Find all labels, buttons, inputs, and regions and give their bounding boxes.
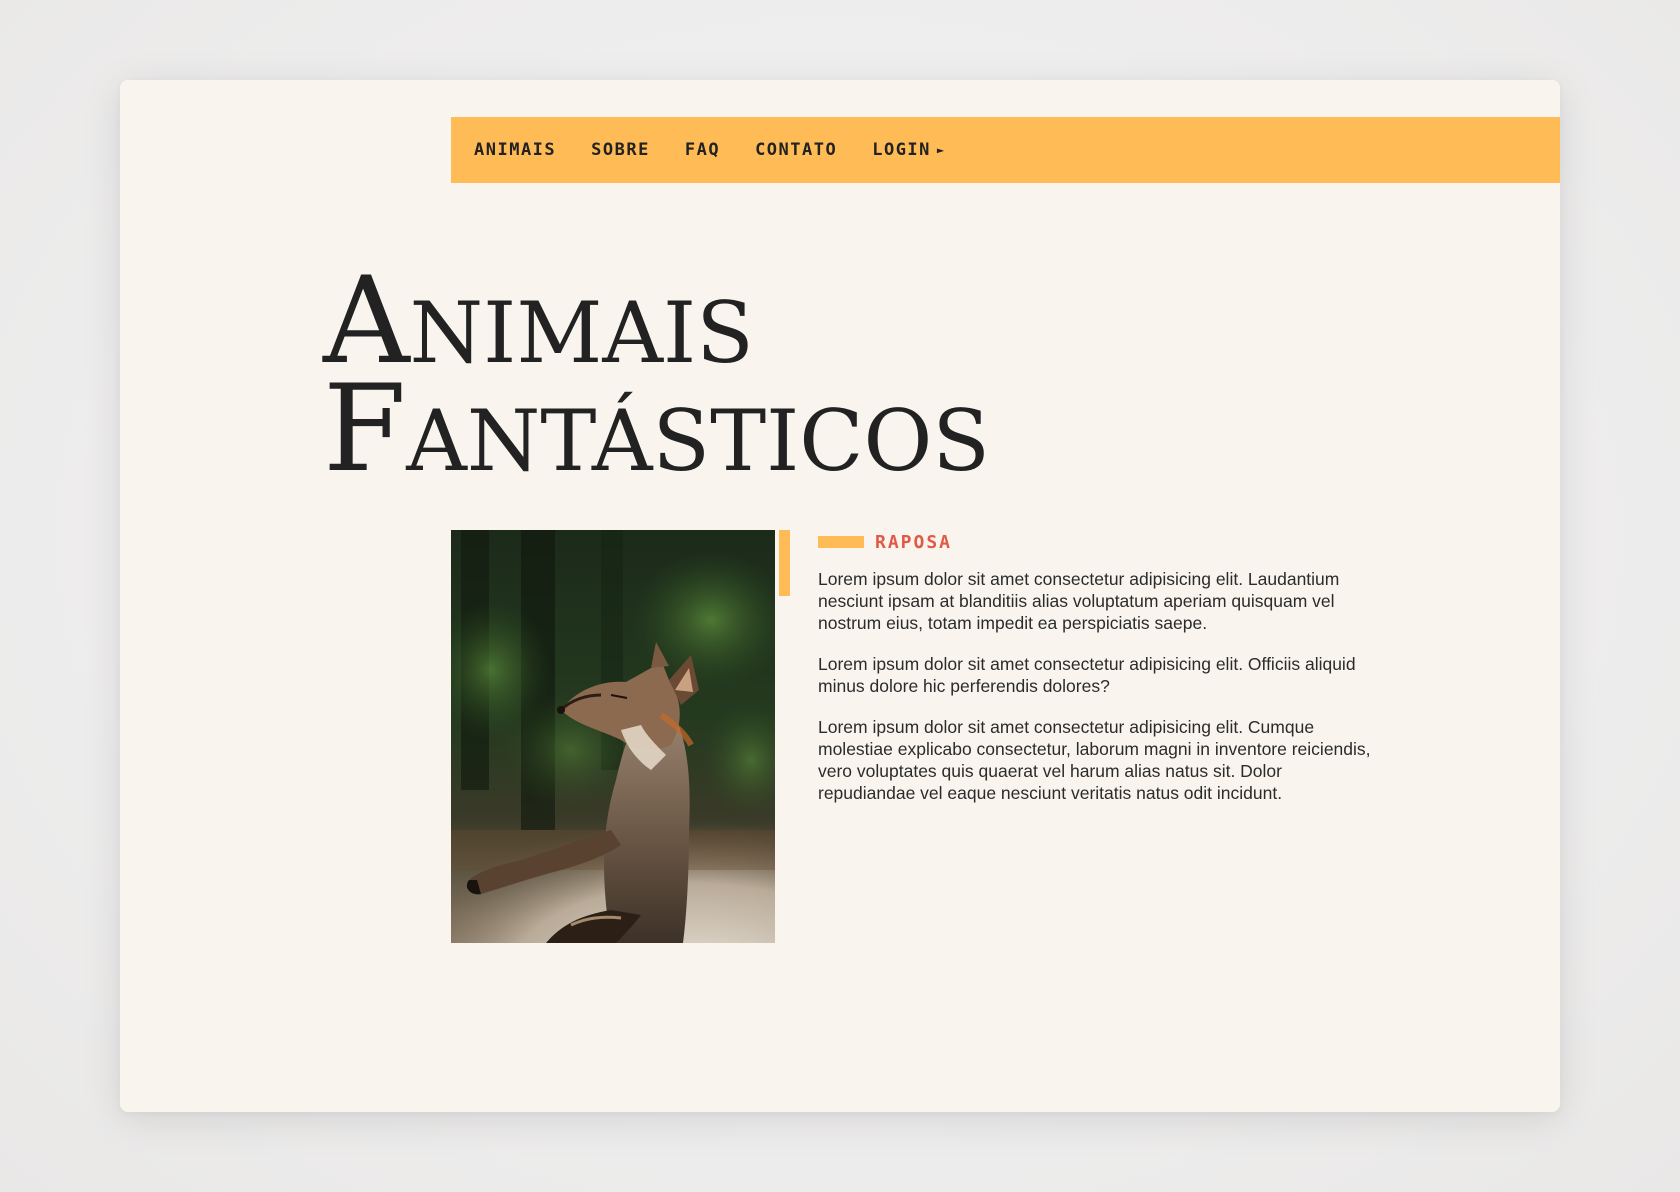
nav-link-faq[interactable]: FAQ <box>685 140 720 160</box>
article-tag: RAPOSA <box>818 530 1378 554</box>
nav-link-sobre[interactable]: SOBRE <box>591 140 650 160</box>
article-paragraph-1: Lorem ipsum dolor sit amet consectetur a… <box>818 569 1340 633</box>
article-paragraph-2: Lorem ipsum dolor sit amet consectetur a… <box>818 654 1356 696</box>
fox-photo <box>451 530 775 943</box>
nav-link-login[interactable]: LOGIN ► <box>872 140 945 160</box>
page-card: ANIMAIS SOBRE FAQ CONTATO LOGIN ► Animais… <box>120 80 1560 1112</box>
fox-image <box>451 530 775 943</box>
play-arrow-icon: ► <box>936 143 946 157</box>
article-section: RAPOSA Lorem ipsum dolor sit amet consec… <box>818 530 1378 823</box>
main-navbar: ANIMAIS SOBRE FAQ CONTATO LOGIN ► <box>451 117 1560 183</box>
article-tag-label: RAPOSA <box>875 531 953 553</box>
tag-accent-line <box>818 536 864 548</box>
page-title-line2: Fantásticos <box>323 360 990 499</box>
nav-link-animais[interactable]: ANIMAIS <box>474 140 556 160</box>
article-paragraph-3: Lorem ipsum dolor sit amet consectetur a… <box>818 717 1371 803</box>
nav-link-contato[interactable]: CONTATO <box>755 140 837 160</box>
nav-link-login-label: LOGIN <box>872 140 931 160</box>
page-title: Animais Fantásticos <box>323 262 990 499</box>
accent-bar <box>779 530 790 596</box>
